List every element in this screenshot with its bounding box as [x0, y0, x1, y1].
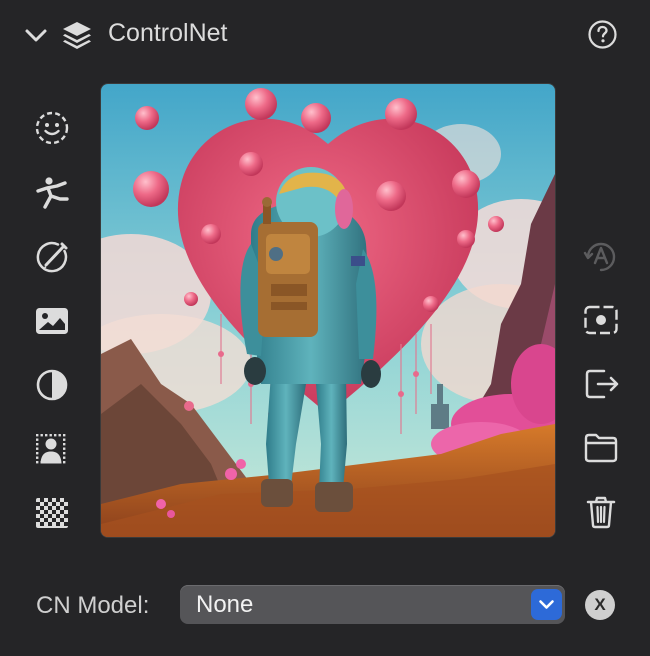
controlnet-header: ControlNet [0, 0, 650, 70]
cn-model-label: CN Model: [36, 592, 150, 619]
cn-model-select[interactable]: None [180, 585, 565, 624]
pose-icon[interactable] [33, 174, 71, 212]
help-circle-icon[interactable] [587, 19, 618, 50]
astronaut-illustration [101, 84, 555, 537]
section-title: ControlNet [108, 19, 228, 47]
image-icon[interactable] [33, 302, 71, 340]
export-icon[interactable] [582, 365, 620, 403]
face-detect-icon[interactable] [33, 109, 71, 147]
scribble-icon[interactable] [33, 238, 71, 276]
auto-annotate-icon [583, 242, 616, 272]
chevron-down-icon[interactable] [24, 24, 48, 46]
clear-model-button[interactable]: X [585, 590, 615, 620]
folder-icon[interactable] [582, 429, 620, 467]
checkerboard-icon[interactable] [33, 494, 71, 532]
cn-model-selected-value: None [196, 591, 254, 618]
layers-icon [63, 22, 91, 49]
person-segmentation-icon[interactable] [33, 430, 71, 468]
capture-canvas-icon[interactable] [582, 301, 620, 339]
contrast-icon[interactable] [33, 366, 71, 404]
controlnet-preview-image[interactable] [100, 83, 556, 538]
clear-model-label: X [594, 595, 606, 614]
chevron-down-icon [539, 600, 554, 609]
trash-icon[interactable] [582, 493, 620, 531]
select-dropdown-button[interactable] [531, 589, 562, 620]
